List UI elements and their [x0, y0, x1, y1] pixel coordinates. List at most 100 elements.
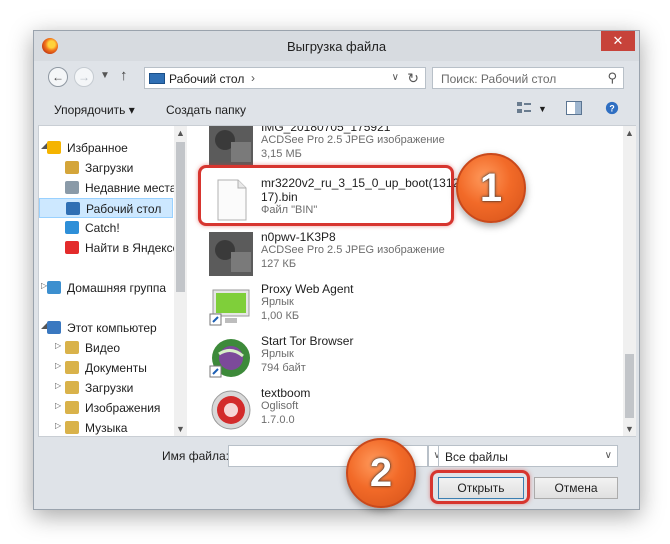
file-size: 1.7.0.0: [261, 414, 295, 426]
downloads-folder-icon: [65, 381, 79, 394]
scroll-thumb[interactable]: [176, 142, 185, 292]
nav-item-label: Музыка: [85, 421, 128, 435]
nav-item[interactable]: ◢ Этот компьютер: [39, 318, 173, 338]
nav-item-label: Видео: [85, 341, 121, 355]
help-icon[interactable]: ?: [604, 101, 620, 115]
nav-item[interactable]: Найти в Яндексе: [39, 238, 179, 258]
title-bar: Выгрузка файла ✕: [34, 31, 639, 61]
homegroup-icon: [47, 281, 61, 294]
file-item[interactable]: n0pwv-1K3P8 ACDSee Pro 2.5 JPEG изображен…: [209, 228, 469, 280]
nav-item[interactable]: ▷ Видео: [39, 338, 173, 358]
expand-arrow-icon[interactable]: ▷: [55, 381, 61, 390]
proxy-web-agent-icon: [209, 284, 253, 328]
file-item[interactable]: textboom Oglisoft 1.7.0.0: [209, 384, 469, 436]
cancel-button[interactable]: Отмена: [534, 477, 618, 499]
annotation-highlight-file: [198, 165, 454, 226]
pictures-folder-icon: [65, 401, 79, 414]
path-chevron-icon[interactable]: ›: [251, 71, 255, 85]
file-type: ACDSee Pro 2.5 JPEG изображение: [261, 134, 445, 146]
new-folder-button[interactable]: Создать папку: [166, 103, 246, 117]
scroll-up-icon[interactable]: ▲: [174, 128, 187, 138]
file-list-scrollbar[interactable]: ▲ ▼: [623, 126, 636, 436]
expand-arrow-icon[interactable]: ▷: [55, 361, 61, 370]
music-folder-icon: [65, 421, 79, 434]
organize-button[interactable]: Упорядочить ▾: [54, 103, 135, 117]
scroll-down-icon[interactable]: ▼: [623, 424, 636, 434]
change-view-icon[interactable]: [516, 101, 532, 115]
nav-item-label: Избранное: [67, 141, 128, 155]
file-name: Start Tor Browser: [261, 334, 354, 348]
file-name: n0pwv-1K3P8: [261, 230, 336, 244]
recent-locations-dropdown-icon[interactable]: ▼: [100, 70, 110, 81]
file-item[interactable]: Start Tor Browser Ярлык 794 байт: [209, 332, 469, 384]
file-name: Proxy Web Agent: [261, 282, 354, 296]
nav-item-label: Документы: [85, 361, 147, 375]
file-item[interactable]: Proxy Web Agent Ярлык 1,00 КБ: [209, 280, 469, 332]
navigation-pane: ◢ Избранное Загрузки Недавние места Рабочий …: [39, 126, 186, 436]
nav-item-label: Этот компьютер: [67, 321, 157, 335]
nav-item-label: Домашняя группа: [67, 281, 167, 295]
file-type-value: Все файлы: [445, 450, 508, 464]
scroll-down-icon[interactable]: ▼: [174, 424, 187, 434]
desktop-icon: [149, 73, 165, 84]
nav-item[interactable]: Catch!: [39, 218, 173, 238]
expand-arrow-icon[interactable]: ▷: [55, 421, 61, 430]
textboom-icon: [209, 388, 253, 432]
command-toolbar: Упорядочить ▾ Создать папку ▼ ?: [34, 95, 639, 123]
nav-item[interactable]: ▷ Документы: [39, 358, 173, 378]
image-thumbnail-icon: [209, 126, 253, 166]
chevron-down-icon: ∨: [604, 450, 612, 461]
expand-arrow-icon[interactable]: ▷: [55, 341, 61, 350]
annotation-step-1-badge: 1: [456, 153, 526, 223]
search-input[interactable]: Поиск: Рабочий стол ⚲: [432, 67, 624, 89]
recent-places-icon: [65, 181, 79, 194]
path-dropdown-icon[interactable]: ∨: [392, 72, 399, 83]
file-size: 794 байт: [261, 362, 306, 374]
file-type: ACDSee Pro 2.5 JPEG изображение: [261, 244, 445, 256]
catch-icon: [65, 221, 79, 234]
file-size: 3,15 МБ: [261, 148, 302, 160]
file-type: Oglisoft: [261, 400, 299, 412]
nav-item[interactable]: ▷ Изображения: [39, 398, 173, 418]
file-item[interactable]: IMG_20180705_175921 ACDSee Pro 2.5 JPEG и…: [209, 126, 469, 170]
file-size: 1,00 КБ: [261, 310, 300, 322]
scroll-up-icon[interactable]: ▲: [623, 128, 636, 138]
svg-text:?: ?: [609, 104, 614, 114]
dialog-footer: Имя файла: ∨ Все файлы ∨ Открыть Отмена: [34, 441, 639, 511]
nav-item[interactable]: ▷ Домашняя группа: [39, 278, 173, 298]
annotation-highlight-open: [430, 470, 530, 504]
scroll-thumb[interactable]: [625, 354, 634, 418]
nav-item[interactable]: ▷ Музыка: [39, 418, 173, 436]
image-thumbnail-icon: [209, 232, 253, 276]
window-title: Выгрузка файла: [286, 39, 387, 54]
path-field[interactable]: Рабочий стол › ∨ ↻: [144, 67, 426, 89]
desktop-icon: [66, 202, 80, 215]
file-type-select[interactable]: Все файлы ∨: [438, 445, 618, 467]
view-dropdown-icon[interactable]: ▼: [538, 104, 547, 114]
search-icon[interactable]: ⚲: [607, 70, 617, 86]
file-type: Ярлык: [261, 348, 294, 360]
close-button[interactable]: ✕: [601, 31, 635, 51]
forward-button[interactable]: →: [74, 67, 94, 87]
nav-item[interactable]: Недавние места: [39, 178, 176, 198]
back-button[interactable]: ←: [48, 67, 68, 87]
file-name: IMG_20180705_175921: [261, 126, 391, 134]
file-size: 127 КБ: [261, 258, 297, 270]
path-text: Рабочий стол: [169, 72, 245, 86]
nav-item-label: Загрузки: [85, 381, 134, 395]
nav-item-label: Изображения: [85, 401, 161, 415]
nav-item[interactable]: ◢ Избранное: [39, 138, 173, 158]
nav-item[interactable]: Рабочий стол: [39, 198, 173, 218]
address-bar: ← → ▼ ↑ Рабочий стол › ∨ ↻ Поиск: Рабочи…: [34, 63, 639, 93]
nav-item-label: Найти в Яндексе: [85, 241, 180, 255]
file-name: textboom: [261, 386, 311, 400]
downloads-folder-icon: [65, 161, 79, 174]
nav-item[interactable]: ▷ Загрузки: [39, 378, 173, 398]
navigation-scrollbar[interactable]: ▲ ▼: [174, 126, 187, 436]
up-arrow-icon[interactable]: ↑: [120, 67, 128, 84]
preview-pane-icon[interactable]: [566, 101, 582, 115]
refresh-icon[interactable]: ↻: [407, 70, 419, 87]
filename-label: Имя файла:: [162, 449, 229, 463]
expand-arrow-icon[interactable]: ▷: [55, 401, 61, 410]
nav-item[interactable]: Загрузки: [39, 158, 173, 178]
